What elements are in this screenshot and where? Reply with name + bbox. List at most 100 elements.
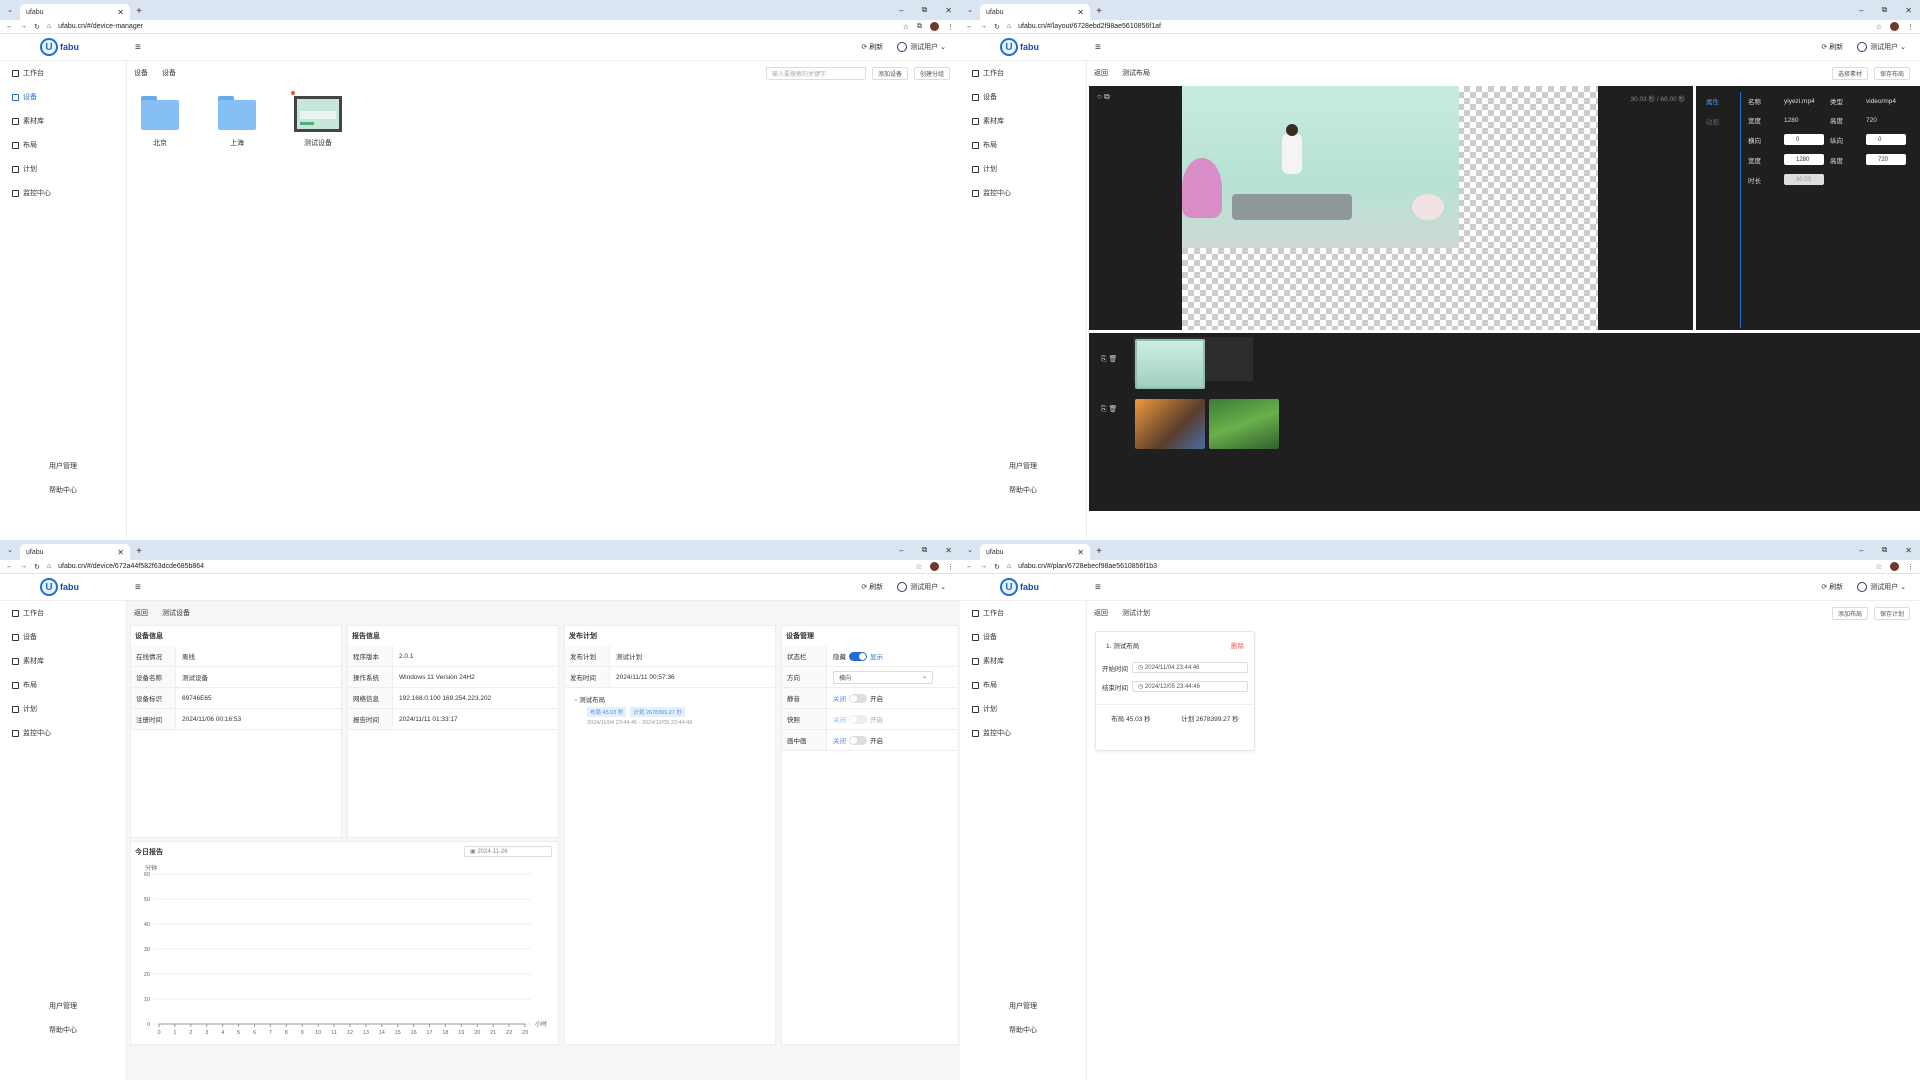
new-tab-button[interactable]: + [130,2,148,20]
new-tab-button[interactable]: + [130,542,148,560]
star-icon[interactable]: ☆ [1876,23,1882,31]
back-icon[interactable]: ← [6,563,13,570]
minimize-icon[interactable]: – [899,6,903,15]
home-icon[interactable]: ⌂ [47,563,51,570]
sidebar-item-plans[interactable]: 计划 [0,697,126,721]
star-icon[interactable]: ☆ [1876,563,1882,571]
back-icon[interactable]: ← [966,23,973,30]
sidebar-item-monitor[interactable]: 监控中心 [960,181,1086,205]
sidebar-item-materials[interactable]: 素材库 [960,649,1086,673]
track-tools[interactable]: ⎘ 🗑 [1101,355,1117,364]
help-center-link[interactable]: 帮助中心 [960,485,1086,495]
status-bar-toggle[interactable] [849,652,867,662]
menu-toggle-icon[interactable]: ≡ [135,582,141,593]
back-icon[interactable]: ← [6,23,13,30]
x-input[interactable]: 0 [1784,134,1824,145]
save-plan-button[interactable]: 保存计划 [1873,606,1910,620]
more-icon[interactable]: ⋮ [1907,563,1914,571]
refresh-button[interactable]: ⟳ 刷新 [861,42,883,52]
save-layout-button[interactable]: 保存布局 [1873,66,1910,80]
more-icon[interactable]: ⋮ [1907,23,1914,31]
sidebar-item-layouts[interactable]: 布局 [0,673,126,697]
sidebar-item-devices[interactable]: 设备 [960,85,1086,109]
sidebar-item-devices[interactable]: 设备 [960,625,1086,649]
tab-search-icon[interactable]: ⌄ [0,540,20,560]
refresh-button[interactable]: ⟳ 刷新 [1821,42,1843,52]
tab-search-icon[interactable]: ⌄ [960,0,980,20]
forward-icon[interactable]: → [20,23,27,30]
maximize-icon[interactable]: ⧉ [1882,545,1888,555]
home-icon[interactable]: ⌂ [1007,563,1011,570]
back-link[interactable]: 返回 [1094,68,1108,78]
sidebar-item-materials[interactable]: 素材库 [960,109,1086,133]
user-menu[interactable]: 测试用户 ⌄ [1857,42,1906,53]
sidebar-item-monitor[interactable]: 监控中心 [0,181,126,205]
timeline-clip[interactable] [1135,339,1205,389]
sidebar-item-layouts[interactable]: 布局 [0,133,126,157]
sidebar-item-monitor[interactable]: 监控中心 [960,721,1086,745]
app-logo[interactable]: Ufabu [0,38,127,56]
forward-icon[interactable]: → [20,563,27,570]
add-layout-button[interactable]: 添加布局 [1831,606,1868,620]
new-tab-button[interactable]: + [1090,542,1108,560]
sidebar-item-plans[interactable]: 计划 [960,697,1086,721]
add-device-button[interactable]: 添加设备 [871,66,908,80]
url-field[interactable]: ufabu.cn/#/device/672a44f582f63dcde685b8… [58,563,909,570]
close-tab-icon[interactable]: ✕ [117,548,124,557]
user-management-link[interactable]: 用户管理 [960,1001,1086,1011]
sidebar-item-devices[interactable]: 设备 [0,85,126,109]
help-center-link[interactable]: 帮助中心 [0,485,126,495]
tab-animation[interactable]: 动画 [1706,116,1719,126]
more-icon[interactable]: ⋮ [947,563,954,571]
device-item[interactable]: 测试设备 [291,91,344,148]
extension-icon[interactable]: ⧉ [917,23,922,31]
timeline-clip[interactable] [1209,399,1279,449]
sidebar-item-layouts[interactable]: 布局 [960,673,1086,697]
mute-toggle[interactable] [849,694,867,704]
sidebar-item-plans[interactable]: 计划 [0,157,126,181]
width-input[interactable]: 1280 [1784,154,1824,165]
app-logo[interactable]: Ufabu [960,578,1087,596]
user-management-link[interactable]: 用户管理 [0,1001,126,1011]
help-center-link[interactable]: 帮助中心 [960,1025,1086,1035]
close-window-icon[interactable]: ✕ [945,6,952,15]
sidebar-item-workbench[interactable]: 工作台 [960,601,1086,625]
reload-icon[interactable]: ↻ [34,563,40,571]
browser-tab[interactable]: ufabu ✕ [20,4,130,20]
maximize-icon[interactable]: ⧉ [1882,5,1888,15]
browser-tab[interactable]: ufabu ✕ [980,544,1090,560]
close-window-icon[interactable]: ✕ [945,546,952,555]
user-menu[interactable]: 测试用户 ⌄ [897,582,946,593]
star-icon[interactable]: ☆ [903,23,909,31]
sidebar-item-workbench[interactable]: 工作台 [0,61,126,85]
url-field[interactable]: ufabu.cn/#/device-manager [58,23,896,30]
tab-search-icon[interactable]: ⌄ [960,540,980,560]
layout-canvas[interactable] [1182,86,1598,330]
sidebar-item-workbench[interactable]: 工作台 [960,61,1086,85]
create-group-button[interactable]: 创建分组 [913,66,950,80]
new-tab-button[interactable]: + [1090,2,1108,20]
refresh-button[interactable]: ⟳ 刷新 [861,582,883,592]
close-window-icon[interactable]: ✕ [1905,6,1912,15]
home-icon[interactable]: ⌂ [47,23,51,30]
menu-toggle-icon[interactable]: ≡ [1095,42,1101,53]
tab-attributes[interactable]: 属性 [1706,96,1719,106]
tab-search-icon[interactable]: ⌄ [0,0,20,20]
user-menu[interactable]: 测试用户 ⌄ [897,42,946,53]
back-icon[interactable]: ← [966,563,973,570]
sidebar-item-layouts[interactable]: 布局 [960,133,1086,157]
tool-icons[interactable]: ○ ⧉ [1097,92,1110,102]
sidebar-item-monitor[interactable]: 监控中心 [0,721,126,745]
more-icon[interactable]: ⋮ [947,23,954,31]
refresh-button[interactable]: ⟳ 刷新 [1821,582,1843,592]
reload-icon[interactable]: ↻ [994,23,1000,31]
select-material-button[interactable]: 选择素材 [1831,66,1868,80]
minimize-icon[interactable]: – [899,546,903,555]
forward-icon[interactable]: → [980,563,987,570]
sidebar-item-devices[interactable]: 设备 [0,625,126,649]
menu-toggle-icon[interactable]: ≡ [1095,582,1101,593]
app-logo[interactable]: Ufabu [0,578,127,596]
browser-tab[interactable]: ufabu ✕ [20,544,130,560]
profile-avatar[interactable] [930,22,939,31]
url-field[interactable]: ufabu.cn/#/plan/6728ebecf98ae5610856f1b3 [1018,563,1869,570]
